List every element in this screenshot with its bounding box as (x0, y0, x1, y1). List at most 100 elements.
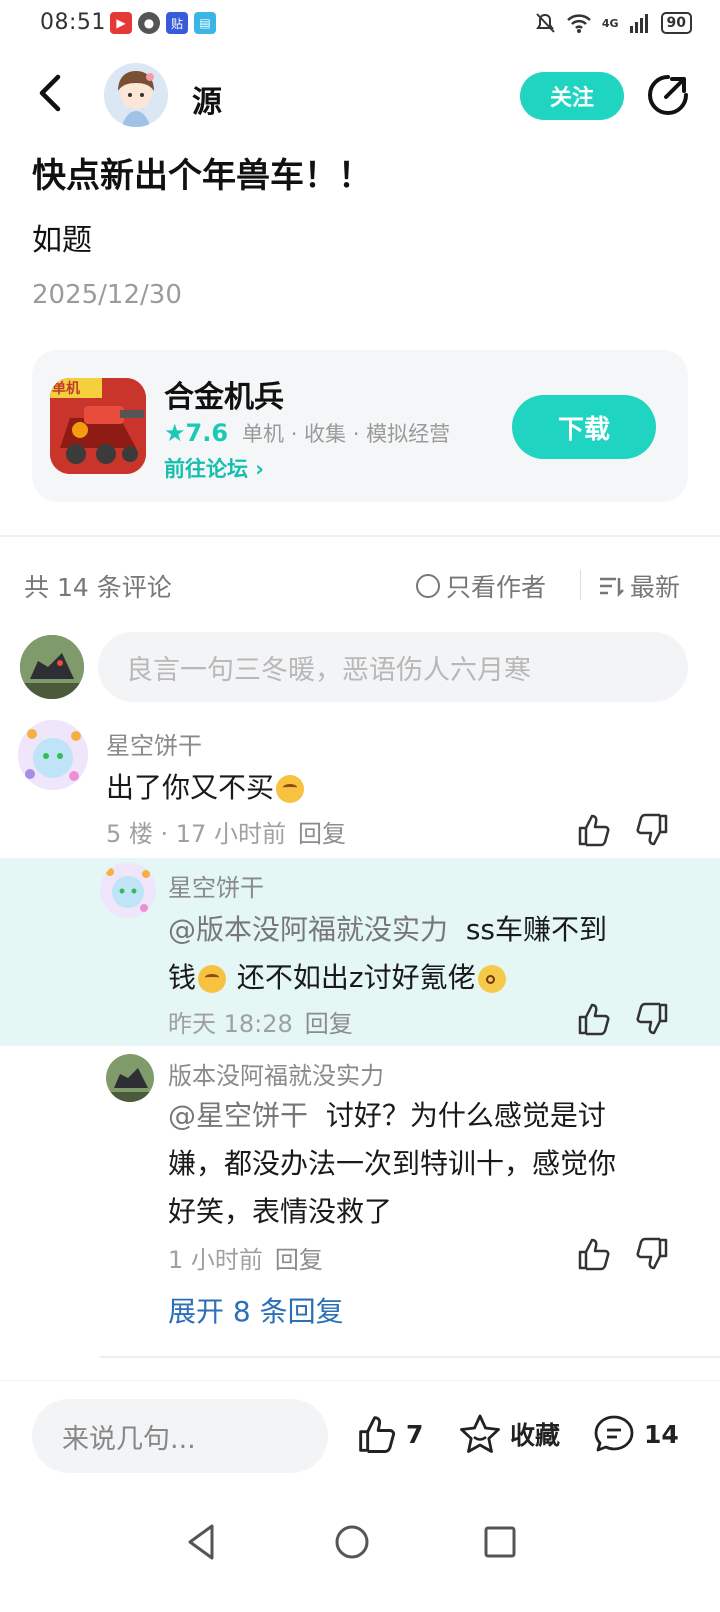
comment-count-bottom: 14 (644, 1419, 679, 1449)
my-avatar (20, 635, 84, 699)
emoji-icon (477, 965, 506, 993)
reply-time: 1 小时前 (168, 1246, 263, 1274)
nav-recents-icon[interactable] (478, 1520, 522, 1564)
section-divider (0, 535, 720, 537)
like-icon (359, 1416, 396, 1453)
avatar-illustration (18, 720, 88, 790)
game-name[interactable]: 合金机兵 (164, 372, 284, 416)
tieba-app-icon: 贴 (166, 12, 188, 34)
comment-count: 共 14 条评论 (24, 573, 172, 602)
network-type: 4G (601, 16, 619, 30)
like-icon[interactable] (576, 812, 612, 848)
reply-button[interactable]: 回复 (298, 814, 346, 849)
reply-text: @星空饼干 讨好？为什么感觉是讨 嫌，都没办法一次到特训十，感觉你 好笑，表情没… (168, 1092, 688, 1236)
comment-separator (100, 1356, 720, 1358)
game-forum-link[interactable]: 前往论坛 › (164, 453, 264, 483)
quick-comment-input[interactable]: 来说几句... (32, 1399, 328, 1473)
reply-meta: 昨天 18:28 回复 (168, 1004, 353, 1039)
comment-text-content: 出了你又不买 (106, 771, 275, 804)
avatar-illustration (100, 862, 156, 918)
game-card[interactable]: 单机 合金机兵 ★7.6 单机 · 收集 · 模拟经营 前往论坛 › 下载 (32, 350, 688, 502)
reply-button[interactable]: 回复 (275, 1240, 323, 1275)
bottom-action-bar: 来说几句... 7 收藏 14 (0, 1380, 720, 1490)
game-tags: 单机 · 收集 · 模拟经营 (242, 422, 451, 446)
post-title: 快点新出个年兽车！！ (32, 156, 372, 196)
reply-avatar[interactable] (106, 1054, 154, 1102)
avatar-illustration (106, 1054, 154, 1102)
emoji-icon (276, 775, 305, 803)
nav-home-icon[interactable] (330, 1520, 374, 1564)
notification-icons: ▶ ● 贴 ▤ (110, 12, 216, 34)
video-app-icon: ▶ (110, 12, 132, 34)
game-rating: ★7.6 (164, 419, 229, 447)
only-author-toggle[interactable]: 只看作者 (416, 568, 546, 604)
reply-text-line: 嫌，都没办法一次到特训十，感觉你 (168, 1147, 617, 1180)
like-icon[interactable] (576, 1001, 612, 1037)
reply-meta: 1 小时前 回复 (168, 1240, 323, 1275)
status-time: 08:51 (40, 10, 106, 35)
post-body: 如题 (32, 223, 92, 258)
signal-icon (629, 14, 648, 33)
like-icon[interactable] (576, 1236, 612, 1272)
avatar-illustration (20, 635, 84, 699)
status-right: 4G 90 (534, 12, 692, 34)
book-app-icon: ▤ (194, 12, 216, 34)
emoji-icon (198, 965, 227, 993)
sort-label: 最新 (630, 573, 681, 602)
reply-text-line: ss车赚不到 (465, 913, 608, 946)
wifi-icon (566, 14, 591, 33)
avatar-illustration (104, 63, 168, 127)
dislike-icon[interactable] (634, 812, 670, 848)
star-icon (460, 1414, 500, 1453)
reply-text-line: 讨好？为什么感觉是讨 (325, 1099, 606, 1132)
system-nav-bar (0, 1490, 720, 1612)
reply-text-line: 好笑，表情没救了 (168, 1195, 393, 1228)
reply-text-line: 钱 (168, 961, 197, 994)
like-post-button[interactable]: 7 (356, 1413, 423, 1455)
status-bar: 08:51 ▶ ● 贴 ▤ 4G 90 (0, 0, 720, 48)
comment-text: 出了你又不买 (106, 764, 306, 812)
game-icon: 单机 (50, 378, 146, 474)
reply-button[interactable]: 回复 (305, 1004, 353, 1039)
mention-link[interactable]: @星空饼干 (168, 1099, 308, 1132)
dislike-icon[interactable] (634, 1236, 670, 1272)
only-author-label: 只看作者 (446, 573, 547, 602)
dislike-icon[interactable] (634, 1001, 670, 1037)
download-button[interactable]: 下载 (512, 395, 656, 459)
comment-bubble-icon (594, 1415, 634, 1452)
expand-replies-link[interactable]: 展开 8 条回复 (168, 1290, 344, 1330)
reply-text: @版本没阿福就没实力 ss车赚不到 钱 还不如出z讨好氪佬 (168, 906, 668, 1002)
reply-author-name[interactable]: 星空饼干 (168, 868, 264, 903)
follow-button[interactable]: 关注 (520, 72, 624, 120)
reply-avatar[interactable] (100, 862, 156, 918)
game-icon-badge: 单机 (52, 381, 80, 397)
commenter-avatar[interactable] (18, 720, 88, 790)
filter-separator (580, 570, 581, 600)
post-date: 2025/12/30 (32, 280, 182, 310)
nav-back-icon[interactable] (180, 1520, 224, 1564)
comments-button[interactable]: 14 (592, 1413, 679, 1455)
comment-input[interactable]: 良言一句三冬暖，恶语伤人六月寒 (98, 632, 688, 702)
game-meta: ★7.6 单机 · 收集 · 模拟经营 (164, 418, 450, 448)
message-app-icon: ● (138, 12, 160, 34)
favorite-label: 收藏 (510, 1421, 561, 1450)
comment-time: 5 楼 · 17 小时前 (106, 820, 286, 848)
post-header: 源 关注 (0, 55, 720, 135)
reply-text-line: 还不如出z讨好氪佬 (236, 961, 476, 994)
reply-author-name[interactable]: 版本没阿福就没实力 (168, 1056, 384, 1091)
comment-meta: 5 楼 · 17 小时前 回复 (106, 814, 346, 849)
sort-icon (600, 577, 624, 598)
mute-icon (535, 13, 555, 33)
battery-indicator: 90 (660, 12, 692, 34)
author-avatar[interactable] (104, 63, 168, 127)
like-count: 7 (406, 1419, 424, 1449)
share-icon[interactable] (646, 73, 690, 117)
commenter-name[interactable]: 星空饼干 (106, 726, 202, 761)
reply-time: 昨天 18:28 (168, 1010, 293, 1038)
mention-link[interactable]: @版本没阿福就没实力 (168, 913, 448, 946)
back-icon[interactable] (32, 71, 72, 115)
author-name[interactable]: 源 (192, 77, 222, 121)
sort-toggle[interactable]: 最新 (598, 568, 680, 604)
favorite-button[interactable]: 收藏 (458, 1413, 560, 1455)
radio-icon (416, 574, 440, 598)
